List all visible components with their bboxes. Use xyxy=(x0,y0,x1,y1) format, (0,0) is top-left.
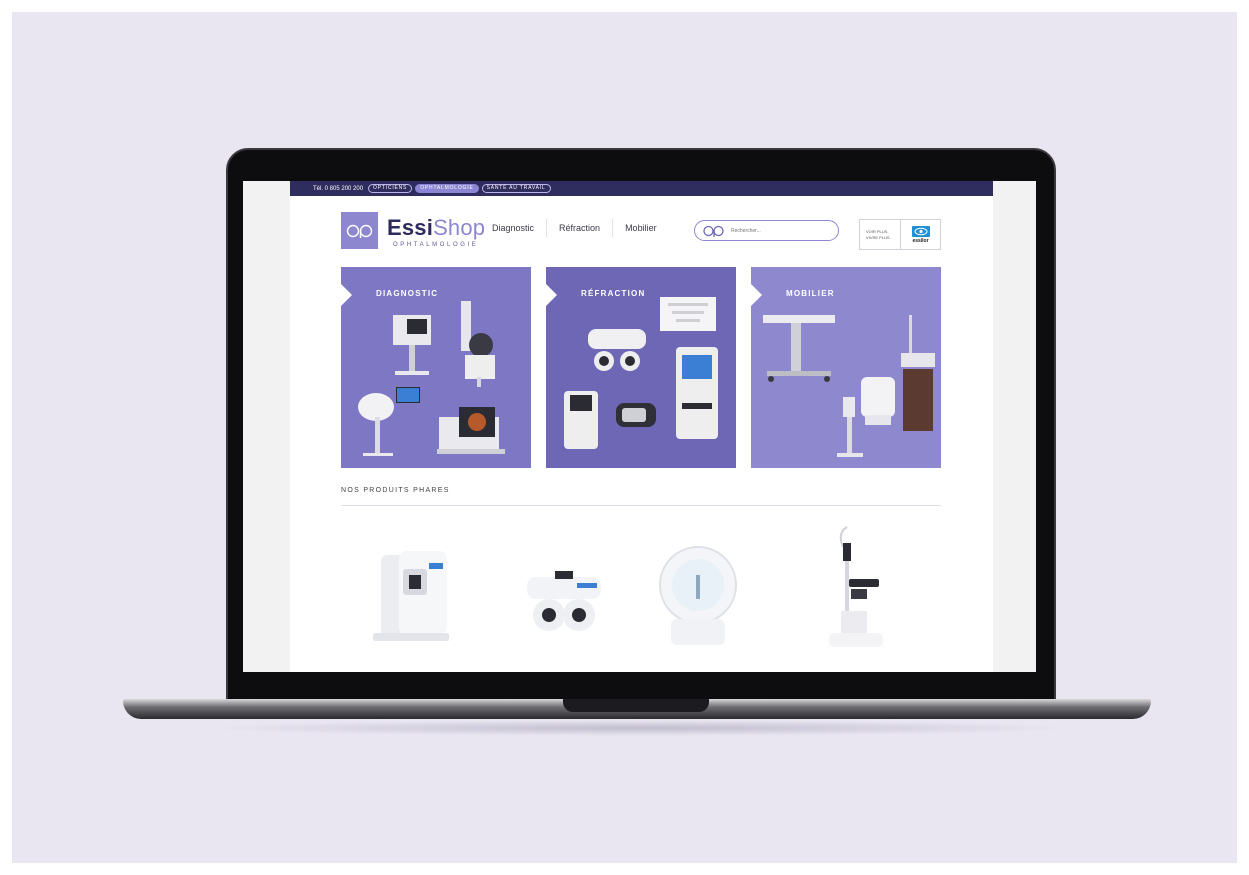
laptop-bezel xyxy=(228,672,1054,700)
product-perimeter[interactable] xyxy=(653,541,743,651)
featured-products xyxy=(341,523,941,663)
partner-logo: essilor xyxy=(901,220,940,249)
partner-tagline: VOIR PLUS. VIVRE PLUS. xyxy=(860,220,901,249)
logo-icon[interactable] xyxy=(341,212,378,249)
category-refraction[interactable]: RÉFRACTION xyxy=(546,267,736,468)
category-title-diagnostic: DIAGNOSTIC xyxy=(376,289,439,298)
furniture-icon xyxy=(763,315,935,457)
category-mobilier[interactable]: MOBILIER xyxy=(751,267,941,468)
product-phoropter[interactable] xyxy=(519,569,609,649)
brand-essi: Essi xyxy=(387,215,434,240)
category-title-refraction: RÉFRACTION xyxy=(581,289,646,298)
laptop-notch xyxy=(563,699,709,712)
section-divider xyxy=(341,505,941,506)
nav-refraction[interactable]: Réfraction xyxy=(546,219,612,237)
search-box[interactable] xyxy=(694,220,839,241)
essilor-eye-icon xyxy=(911,225,930,237)
product-slit-lamp[interactable] xyxy=(817,523,897,653)
brand-name[interactable]: EssiShop xyxy=(387,217,485,239)
category-diagnostic[interactable]: DIAGNOSTIC xyxy=(341,267,531,468)
laptop-screen: Tél. 0 805 200 200 OPTICIENS OPHTALMOLOG… xyxy=(243,181,1036,672)
search-input[interactable] xyxy=(731,227,821,234)
laptop-shadow xyxy=(200,720,1080,736)
partner-tagline-2: VIVRE PLUS. xyxy=(866,234,891,240)
product-retinal-camera[interactable] xyxy=(363,547,453,647)
pill-ophtalmologie[interactable]: OPHTALMOLOGIE xyxy=(415,184,479,193)
website: Tél. 0 805 200 200 OPTICIENS OPHTALMOLOG… xyxy=(290,181,993,672)
featured-title: NOS PRODUITS PHARES xyxy=(341,487,450,494)
essilor-badge[interactable]: VOIR PLUS. VIVRE PLUS. essilor xyxy=(859,219,941,250)
search-logo-icon xyxy=(703,225,724,237)
pill-opticiens[interactable]: OPTICIENS xyxy=(368,184,413,193)
brand-shop: Shop xyxy=(433,215,486,240)
nav-mobilier[interactable]: Mobilier xyxy=(612,219,669,237)
nav-diagnostic[interactable]: Diagnostic xyxy=(487,219,546,237)
essilor-label: essilor xyxy=(912,237,929,244)
main-nav: Diagnostic Réfraction Mobilier xyxy=(487,219,669,237)
pill-sante-au-travail[interactable]: SANTÉ AU TRAVAIL xyxy=(481,184,551,193)
tile-tab xyxy=(546,284,557,306)
top-bar: Tél. 0 805 200 200 OPTICIENS OPHTALMOLOG… xyxy=(290,181,993,196)
tile-tab xyxy=(751,284,762,306)
category-tiles: DIAGNOSTIC RÉFRACTION MOBILIER xyxy=(341,267,941,468)
category-title-mobilier: MOBILIER xyxy=(786,289,835,298)
phone-number[interactable]: Tél. 0 805 200 200 xyxy=(313,186,363,192)
tile-tab xyxy=(341,284,352,306)
brand-subtitle: OPHTALMOLOGIE xyxy=(393,242,479,248)
